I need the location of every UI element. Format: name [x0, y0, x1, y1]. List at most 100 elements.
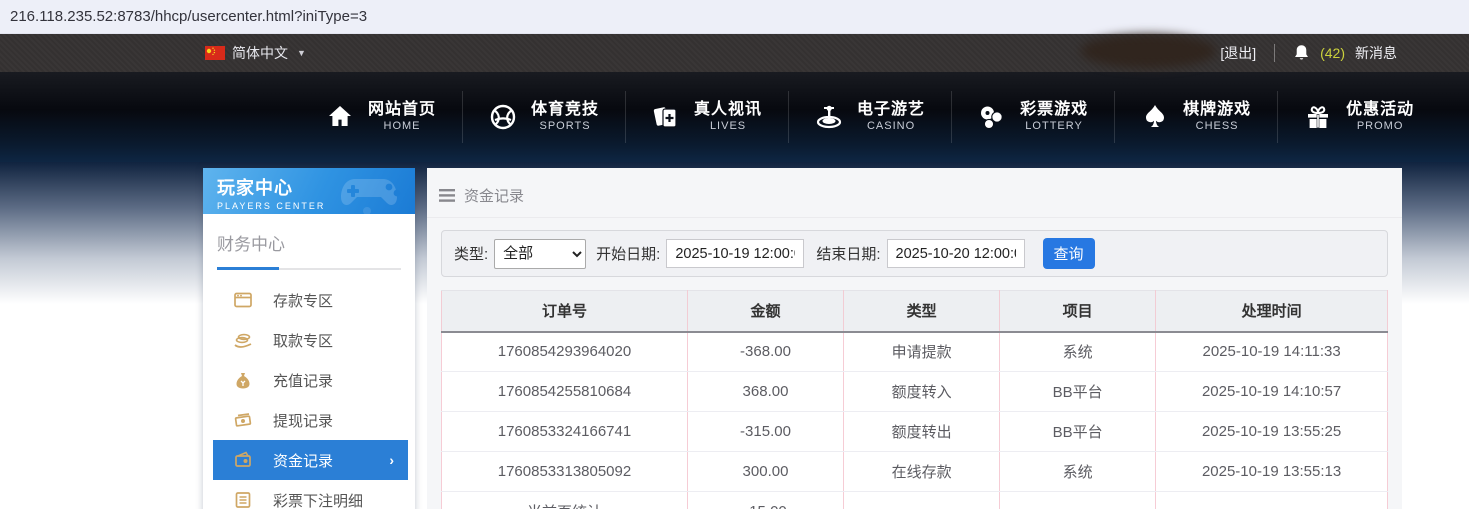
menu-icon[interactable] — [439, 189, 455, 202]
page-background: 玩家中心 PLAYERS CENTER 财务中心 存款专区取款专区 充值记录提现记… — [0, 162, 1469, 509]
playing-cards-icon — [653, 107, 677, 128]
end-date-input[interactable] — [886, 239, 1025, 268]
money-bag-icon — [236, 373, 250, 389]
sidebar-item-lottery-detail[interactable]: 彩票下注明细 — [203, 480, 415, 509]
nav-label-cn: 真人视讯 — [694, 101, 763, 119]
nav-item-lottery[interactable]: 彩票游戏 LOTTERY — [952, 91, 1116, 143]
funds-table-wrap: 订单号 金额 类型 项目 处理时间 1760854293964020 -368.00 申请提… — [441, 290, 1388, 509]
fund-record-icon — [235, 451, 251, 467]
sidebar-item-label: 资金记录 — [273, 452, 334, 470]
spade-icon — [1146, 105, 1165, 127]
table-cell: 300.00 — [686, 451, 845, 492]
table-cell: 当前页统计 — [441, 491, 688, 509]
table-row: 1760854293964020 -368.00 申请提款 系统 2025-10-19 … — [441, 331, 1388, 372]
nav-label-en: HOME — [383, 120, 421, 133]
table-cell: 额度转出 — [843, 411, 1001, 452]
gamepad-icon — [341, 179, 401, 214]
withdraw-hand-icon — [234, 333, 252, 348]
nav-label-en: PROMO — [1356, 120, 1404, 133]
column-header: 订单号 — [441, 290, 688, 333]
start-date-label: 开始日期: — [596, 246, 661, 263]
sidebar-item-fund-record[interactable]: 资金记录 › — [213, 440, 408, 480]
nav-item-lives[interactable]: 真人视讯 LIVES — [626, 91, 790, 143]
nav-label-cn: 网站首页 — [368, 101, 437, 119]
sidebar-item-label: 彩票下注明细 — [273, 492, 364, 509]
table-cell: 系统 — [999, 331, 1157, 372]
roulette-icon — [816, 105, 842, 129]
table-cell: 368.00 — [686, 371, 845, 412]
end-date-label: 结束日期: — [816, 246, 881, 263]
sports-ball-icon — [490, 104, 516, 130]
column-header: 类型 — [843, 290, 1001, 333]
table-header-row: 订单号 金额 类型 项目 处理时间 — [441, 290, 1388, 333]
table-row: 1760854255810684 368.00 额度转入 BB平台 2025-10-19… — [441, 371, 1388, 412]
chevron-down-icon: ▼ — [297, 48, 306, 58]
nav-label-cn: 彩票游戏 — [1020, 101, 1089, 119]
nav-label-en: LOTTERY — [1025, 120, 1083, 133]
column-header: 金额 — [686, 290, 845, 333]
table-row: 1760853313805092 300.00 在线存款 系统 2025-10-19 1… — [441, 451, 1388, 492]
table-cell: 1760853313805092 — [441, 451, 688, 492]
table-cell: -315.00 — [686, 411, 845, 452]
nav-item-home[interactable]: 网站首页 HOME — [300, 91, 464, 143]
nav-label-en: LIVES — [709, 120, 747, 133]
lottery-balls-icon — [981, 106, 1003, 130]
table-cell: 在线存款 — [843, 451, 1001, 492]
deposit-icon — [234, 292, 252, 308]
search-button[interactable]: 查询 — [1042, 238, 1095, 269]
nav-label-cn: 棋牌游戏 — [1183, 101, 1252, 119]
sidebar-item-withdraw-hand[interactable]: 取款专区 — [203, 320, 415, 360]
table-row: 当前页统计-15.00 — [441, 491, 1388, 509]
sidebar-item-label: 存款专区 — [273, 292, 334, 310]
redacted-username — [1081, 34, 1217, 68]
table-cell: 2025-10-19 14:11:33 — [1155, 331, 1388, 372]
nav-label-en: CHESS — [1195, 120, 1239, 133]
table-cell: 额度转入 — [843, 371, 1001, 412]
nav-item-sports[interactable]: 体育竞技 SPORTS — [463, 91, 627, 143]
sidebar-header: 玩家中心 PLAYERS CENTER — [203, 168, 415, 214]
nav-item-casino[interactable]: 电子游艺 CASINO — [789, 91, 953, 143]
chevron-right-icon: › — [389, 452, 394, 468]
table-row: 1760853324166741 -315.00 额度转出 BB平台 2025-10-1… — [441, 411, 1388, 452]
gift-icon — [1308, 106, 1329, 128]
sidebar-section-label: 财务中心 — [217, 235, 285, 254]
start-date-input[interactable] — [666, 239, 805, 268]
message-count: (42) — [1320, 45, 1345, 61]
china-flag-icon — [205, 46, 225, 60]
page-url: 216.118.235.52:8783/hhcp/usercenter.html… — [10, 8, 368, 25]
language-label: 简体中文 — [232, 45, 288, 61]
table-cell: 1760854293964020 — [441, 331, 688, 372]
players-center-sidebar: 玩家中心 PLAYERS CENTER 财务中心 存款专区取款专区 充值记录提现记… — [203, 168, 415, 509]
divider — [1274, 44, 1276, 62]
main-panel: 资金记录 类型: 全部 开始日期: 结束日期: 查询 订单号金额类型项目处理时间… — [427, 168, 1402, 509]
table-cell: 2025-10-19 14:10:57 — [1155, 371, 1388, 412]
breadcrumb: 资金记录 — [427, 168, 1402, 218]
section-divider — [217, 267, 401, 270]
nav-item-chess[interactable]: 棋牌游戏 CHESS — [1115, 91, 1279, 143]
bell-icon[interactable] — [1293, 44, 1310, 62]
table-cell: BB平台 — [999, 411, 1157, 452]
language-selector[interactable]: 简体中文 ▼ — [205, 43, 306, 63]
type-label: 类型: — [454, 246, 489, 263]
table-cell: -15.00 — [686, 491, 845, 509]
account-bar: 简体中文 ▼ [退出] (42) 新消息 — [0, 34, 1469, 72]
table-cell: -368.00 — [686, 331, 845, 372]
filter-bar: 类型: 全部 开始日期: 结束日期: 查询 — [441, 230, 1388, 277]
breadcrumb-label: 资金记录 — [464, 188, 525, 205]
sidebar-item-label: 提现记录 — [273, 412, 334, 430]
nav-label-cn: 电子游艺 — [857, 101, 926, 119]
messages-link[interactable]: 新消息 — [1355, 43, 1397, 63]
logout-button[interactable]: [退出] — [1220, 43, 1256, 63]
browser-url-bar[interactable]: 216.118.235.52:8783/hhcp/usercenter.html… — [0, 0, 1469, 34]
sidebar-item-deposit[interactable]: 存款专区 — [203, 280, 415, 320]
sidebar-item-money-bag[interactable]: 充值记录 — [203, 360, 415, 400]
main-nav: 网站首页 HOME 体育竞技 SPORTS 真人视讯 LIVES 电子游艺 CASINO 彩票游… — [0, 72, 1469, 162]
nav-item-promo[interactable]: 优惠活动 PROMO — [1278, 91, 1440, 143]
table-cell — [1155, 491, 1388, 509]
table-cell: 1760853324166741 — [441, 411, 688, 452]
nav-label-cn: 体育竞技 — [531, 101, 600, 119]
lottery-detail-icon — [235, 492, 251, 508]
sidebar-menu: 存款专区取款专区 充值记录提现记录资金记录 › 彩票下注明细 — [203, 276, 415, 509]
type-select[interactable]: 全部 — [494, 238, 587, 269]
sidebar-item-banknote[interactable]: 提现记录 — [203, 400, 415, 440]
